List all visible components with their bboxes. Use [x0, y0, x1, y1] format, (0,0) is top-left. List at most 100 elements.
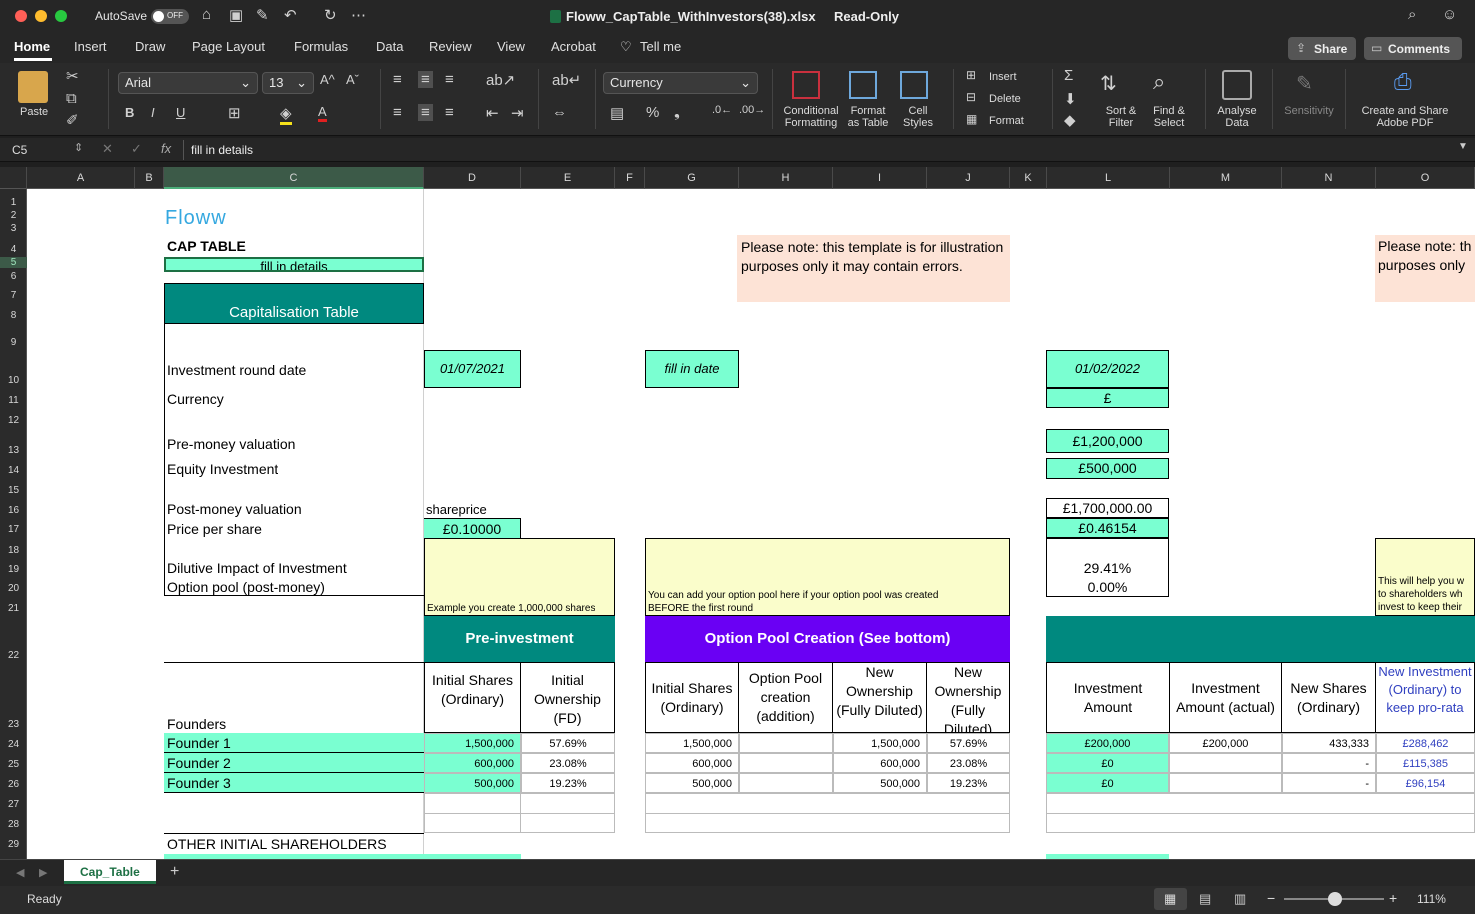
tab-draw[interactable]: Draw [135, 39, 165, 54]
home-icon[interactable]: ⌂ [202, 6, 211, 23]
format-painter-icon[interactable]: ✐ [66, 111, 79, 129]
cancel-icon[interactable]: ✕ [102, 141, 113, 157]
row-header[interactable]: 18 [0, 545, 27, 556]
row-header[interactable]: 9 [0, 337, 27, 348]
row-header[interactable]: 3 [0, 223, 27, 234]
prev-sheet-icon[interactable]: ◀ [16, 866, 24, 879]
insert-cells-button[interactable]: Insert [989, 71, 1017, 83]
pre-money-l[interactable]: £1,200,000 [1046, 429, 1169, 453]
font-color-icon[interactable]: A [318, 104, 327, 122]
format-cells-button[interactable]: Format [989, 115, 1024, 127]
cell-styles-icon[interactable] [900, 71, 928, 99]
find-select-icon[interactable]: ⌕ [1153, 69, 1165, 95]
column-header[interactable]: D [424, 167, 521, 189]
column-header[interactable]: G [645, 167, 739, 189]
tab-formulas[interactable]: Formulas [294, 39, 348, 54]
page-break-view-icon[interactable]: ▥ [1234, 891, 1246, 907]
row-header[interactable]: 27 [0, 799, 27, 810]
row-header[interactable]: 25 [0, 759, 27, 770]
column-header[interactable]: K [1010, 167, 1047, 189]
format-cells-icon[interactable]: ▦ [966, 112, 977, 126]
create-share-pdf-button[interactable]: Create and Share Adobe PDF [1355, 105, 1455, 129]
column-header[interactable]: N [1282, 167, 1376, 189]
row-header[interactable]: 19 [0, 564, 27, 575]
row-header[interactable]: 22 [0, 650, 27, 661]
row-header[interactable]: 8 [0, 310, 27, 321]
increase-font-icon[interactable]: A^ [320, 72, 335, 87]
orientation-icon[interactable]: ab↗ [486, 71, 515, 89]
row-header[interactable]: 7 [0, 290, 27, 301]
font-size-select[interactable]: 13 ⌄ [262, 72, 314, 94]
expand-formula-icon[interactable]: ▼ [1458, 141, 1468, 152]
row-header[interactable]: 2 [0, 210, 27, 221]
tab-data[interactable]: Data [376, 39, 403, 54]
add-sheet-button[interactable]: + [170, 863, 179, 881]
row-header[interactable]: 6 [0, 271, 27, 282]
align-bottom-icon[interactable]: ≡ [445, 71, 454, 88]
borders-icon[interactable]: ⊞ [228, 104, 241, 122]
autosave-toggle[interactable]: OFF [151, 9, 189, 24]
conditional-formatting-icon[interactable] [792, 71, 820, 99]
zoom-level[interactable]: 111% [1417, 892, 1446, 906]
next-sheet-icon[interactable]: ▶ [39, 866, 47, 879]
align-left-icon[interactable]: ≡ [393, 104, 402, 121]
share-button[interactable]: ⇪ Share [1288, 37, 1356, 60]
zoom-window-button[interactable] [55, 10, 67, 22]
comments-button[interactable]: ▭ Comments [1364, 37, 1462, 60]
worksheet[interactable]: Floww CAP TABLE fill in details Please n… [27, 189, 1475, 859]
paste-button[interactable]: Paste [20, 106, 48, 118]
tab-home[interactable]: Home [14, 39, 50, 54]
account-icon[interactable]: ☺ [1442, 6, 1457, 23]
round-date-g[interactable]: fill in date [645, 350, 739, 388]
decrease-indent-icon[interactable]: ⇤ [486, 104, 499, 122]
round-date-d[interactable]: 01/07/2021 [424, 350, 521, 388]
cell-styles-button[interactable]: Cell Styles [895, 105, 941, 129]
row-header[interactable]: 24 [0, 739, 27, 750]
select-all-corner[interactable] [0, 167, 27, 189]
minimize-window-button[interactable] [35, 10, 47, 22]
redo-icon[interactable]: ↻ [324, 6, 337, 24]
undo-icon[interactable]: ↶ [284, 6, 297, 24]
zoom-out-button[interactable]: − [1267, 890, 1275, 906]
align-top-icon[interactable]: ≡ [393, 71, 402, 88]
row-header[interactable]: 28 [0, 819, 27, 830]
tab-page-layout[interactable]: Page Layout [192, 39, 265, 54]
align-middle-icon[interactable]: ≡ [418, 71, 433, 88]
save-icon[interactable]: ▣ [229, 6, 243, 24]
tab-acrobat[interactable]: Acrobat [551, 39, 596, 54]
fill-color-icon[interactable]: ◈ [280, 104, 292, 125]
row-header[interactable]: 11 [0, 395, 27, 406]
price-per-share-l[interactable]: £0.46154 [1046, 518, 1169, 538]
align-center-icon[interactable]: ≡ [418, 104, 433, 121]
find-select-button[interactable]: Find & Select [1146, 105, 1192, 129]
page-layout-view-icon[interactable]: ▤ [1199, 891, 1211, 907]
delete-cells-button[interactable]: Delete [989, 93, 1021, 105]
function-icon[interactable]: fx [161, 141, 171, 156]
row-header[interactable]: 12 [0, 415, 27, 426]
more-icon[interactable]: ⋯ [351, 6, 366, 24]
column-header[interactable]: A [27, 167, 135, 189]
analyse-data-button[interactable]: Analyse Data [1212, 105, 1262, 129]
tab-review[interactable]: Review [429, 39, 472, 54]
decrease-decimal-icon[interactable]: .00→ [739, 104, 765, 116]
clear-icon[interactable]: ◆ [1064, 111, 1076, 129]
comma-style-icon[interactable]: ❟ [674, 104, 680, 121]
format-as-table-button[interactable]: Format as Table [842, 105, 894, 129]
paste-icon[interactable] [18, 71, 48, 103]
delete-cells-icon[interactable]: ⊟ [966, 90, 976, 104]
normal-view-button[interactable]: ▦ [1154, 888, 1187, 910]
number-format-select[interactable]: Currency ⌄ [603, 72, 758, 94]
fill-icon[interactable]: ⬇ [1064, 90, 1077, 108]
italic-icon[interactable]: I [151, 105, 155, 120]
sort-filter-button[interactable]: Sort & Filter [1098, 105, 1144, 129]
underline-icon[interactable]: U [176, 105, 185, 120]
row-header[interactable]: 4 [0, 244, 27, 255]
bold-icon[interactable]: B [125, 105, 134, 120]
insert-cells-icon[interactable]: ⊞ [966, 68, 976, 82]
close-window-button[interactable] [15, 10, 27, 22]
name-box-stepper[interactable]: ⇕ [74, 141, 83, 154]
sheet-tab-cap-table[interactable]: Cap_Table [64, 860, 156, 884]
equity-l[interactable]: £500,000 [1046, 458, 1169, 479]
analyse-data-icon[interactable] [1222, 70, 1252, 100]
row-header[interactable]: 10 [0, 375, 27, 386]
